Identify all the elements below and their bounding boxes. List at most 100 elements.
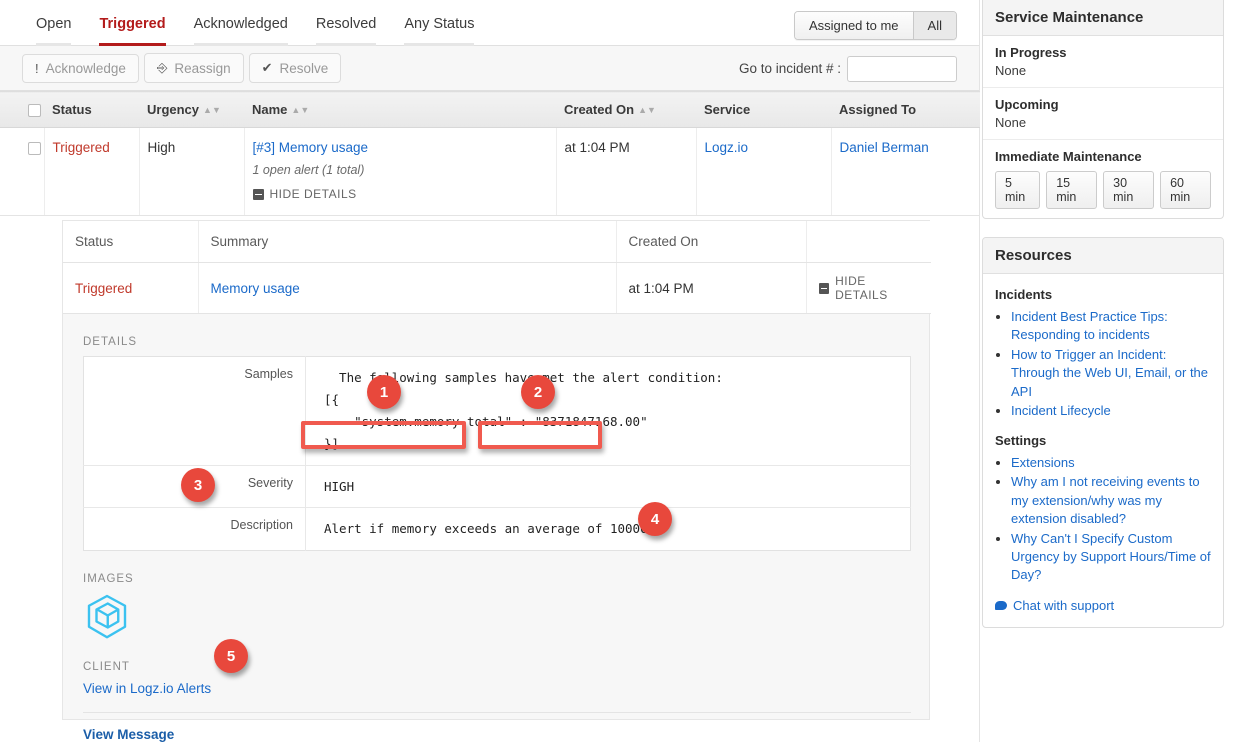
col-urgency[interactable]: Urgency ▲▼	[139, 90, 244, 129]
filter-all[interactable]: All	[912, 12, 956, 39]
col-created-on[interactable]: Created On ▲▼	[556, 90, 696, 129]
incident-detail-panel: Status Summary Created On Triggered Memo…	[62, 220, 931, 742]
sort-icon: ▲▼	[638, 105, 656, 116]
details-row-description: Description Alert if memory exceeds an a…	[83, 507, 911, 551]
service-link[interactable]: Logz.io	[705, 140, 749, 155]
alert-count: 1 open alert (1 total)	[252, 163, 365, 178]
acknowledge-label: Acknowledge	[45, 60, 126, 76]
alert-status: Triggered	[63, 262, 198, 314]
field-value-severity: HIGH	[305, 465, 911, 509]
resolve-label: Resolve	[279, 60, 329, 76]
goto-incident-label: Go to incident # :	[738, 61, 841, 76]
resource-link-custom-urgency[interactable]: Why Can't I Specify Custom Urgency by Su…	[1011, 531, 1211, 583]
alert-detail-head: Status Summary Created On	[63, 221, 931, 263]
goto-incident: Go to incident # :	[739, 46, 957, 91]
col-name-label: Name	[252, 102, 288, 118]
list-item: Extensions	[1011, 454, 1211, 472]
table-row[interactable]: Triggered High [#3] Memory usage 1 open …	[0, 127, 980, 217]
list-item: How to Trigger an Incident: Through the …	[1011, 346, 1211, 401]
row-created-on: at 1:04 PM	[556, 127, 697, 217]
tab-resolved-label: Resolved	[315, 16, 377, 32]
assignment-filter: Assigned to me All	[793, 11, 957, 40]
service-maintenance-card: Service Maintenance In Progress None Upc…	[982, 0, 1224, 219]
col-service[interactable]: Service	[696, 90, 831, 129]
col-created-on-label: Created On	[564, 102, 635, 118]
resource-link-how-to-trigger[interactable]: How to Trigger an Incident: Through the …	[1011, 347, 1208, 399]
alert-hide-details-toggle[interactable]: HIDE DETAILS	[818, 274, 920, 302]
detail-col-actions	[805, 221, 931, 263]
tab-resolved[interactable]: Resolved	[302, 0, 390, 46]
tab-open[interactable]: Open	[22, 0, 85, 46]
resource-link-extensions[interactable]: Extensions	[1011, 455, 1075, 470]
images-section: IMAGES	[83, 573, 909, 641]
incident-table-header-row: Status Urgency ▲▼ Name ▲▼ Created On ▲▼ Ser…	[0, 90, 980, 129]
assignee-link[interactable]: Daniel Berman	[840, 140, 929, 155]
maintenance-30min-button[interactable]: 30 min	[1103, 171, 1155, 209]
col-assigned-to[interactable]: Assigned To	[831, 90, 980, 129]
right-sidebar: Service Maintenance In Progress None Upc…	[982, 0, 1242, 742]
tab-triggered[interactable]: Triggered	[85, 0, 179, 46]
maintenance-60min-button[interactable]: 60 min	[1160, 171, 1212, 209]
incident-name-link[interactable]: [#3] Memory usage	[253, 140, 369, 155]
goto-incident-input[interactable]	[847, 55, 957, 82]
images-label: IMAGES	[83, 573, 134, 586]
hide-details-toggle[interactable]: HIDE DETAILS	[252, 187, 357, 201]
sort-icon: ▲▼	[291, 105, 310, 116]
upcoming-label: Upcoming	[995, 97, 1059, 112]
select-all-checkbox[interactable]	[28, 104, 41, 118]
minus-icon	[252, 188, 264, 200]
filter-assigned-to-me[interactable]: Assigned to me	[794, 12, 913, 39]
detail-divider	[83, 712, 911, 714]
incident-table: Status Urgency ▲▼ Name ▲▼ Created On ▲▼ Ser…	[0, 90, 980, 217]
in-progress-value: None	[995, 63, 1027, 78]
chat-with-support-link[interactable]: Chat with support	[995, 598, 1211, 613]
row-checkbox[interactable]	[28, 142, 41, 155]
details-key-value-table: Samples The following samples have met t…	[83, 356, 911, 552]
detail-col-status: Status	[63, 221, 198, 263]
tab-any-status[interactable]: Any Status	[390, 0, 488, 46]
details-label: DETAILS	[83, 336, 138, 348]
select-all-header	[0, 90, 44, 129]
exclamation-icon: !	[35, 60, 39, 76]
resource-link-lifecycle[interactable]: Incident Lifecycle	[1011, 403, 1111, 418]
view-in-logzio-alerts-link[interactable]: View in Logz.io Alerts	[83, 681, 211, 696]
immediate-maintenance-buttons: 5 min 15 min 30 min 60 min	[995, 171, 1212, 209]
alert-detail-table: Status Summary Created On Triggered Memo…	[63, 221, 931, 314]
minus-icon	[818, 282, 830, 294]
alert-summary-link[interactable]: Memory usage	[211, 281, 300, 296]
tab-acknowledged[interactable]: Acknowledged	[180, 0, 302, 46]
col-status[interactable]: Status	[44, 90, 139, 129]
incident-table-head: Status Urgency ▲▼ Name ▲▼ Created On ▲▼ Ser…	[0, 90, 980, 129]
resource-link-best-practice[interactable]: Incident Best Practice Tips: Responding …	[1011, 309, 1168, 342]
tab-acknowledged-label: Acknowledged	[193, 16, 288, 32]
row-name-cell: [#3] Memory usage 1 open alert (1 total)…	[244, 127, 557, 217]
resources-list-incidents: Incident Best Practice Tips: Responding …	[1011, 308, 1211, 421]
logzio-cube-logo	[87, 595, 127, 639]
resources-list-settings: Extensions Why am I not receiving events…	[1011, 454, 1211, 585]
alert-hide-details-cell: HIDE DETAILS	[805, 262, 931, 314]
client-label: CLIENT	[83, 661, 130, 674]
client-section: CLIENT View in Logz.io Alerts	[83, 661, 909, 696]
acknowledge-button[interactable]: ! Acknowledge	[22, 53, 139, 83]
upcoming-value: None	[995, 115, 1027, 130]
resource-link-not-receiving-events[interactable]: Why am I not receiving events to my exte…	[1011, 474, 1200, 526]
resources-heading-settings: Settings	[995, 432, 1047, 448]
row-select-cell	[0, 127, 45, 217]
resolve-button[interactable]: ✔ Resolve	[248, 53, 342, 83]
in-progress-label: In Progress	[995, 45, 1067, 60]
list-item: Incident Best Practice Tips: Responding …	[1011, 308, 1211, 345]
service-maintenance-title: Service Maintenance	[983, 0, 1223, 36]
alert-detail-body-section: DETAILS Samples The following samples ha…	[63, 314, 929, 742]
field-value-description: Alert if memory exceeds an average of 10…	[324, 521, 663, 537]
list-item: Why Can't I Specify Custom Urgency by Su…	[1011, 530, 1211, 585]
view-message-link[interactable]: View Message	[83, 727, 909, 742]
check-icon: ✔	[261, 60, 273, 75]
col-name[interactable]: Name ▲▼	[244, 90, 556, 129]
row-status: Triggered	[44, 127, 140, 217]
immediate-maintenance: Immediate Maintenance 5 min 15 min 30 mi…	[983, 140, 1223, 218]
maintenance-5min-button[interactable]: 5 min	[995, 171, 1041, 209]
resources-title: Resources	[983, 238, 1223, 274]
maintenance-15min-button[interactable]: 15 min	[1046, 171, 1098, 209]
details-row-samples: Samples The following samples have met t…	[83, 356, 911, 466]
reassign-button[interactable]: ⎆ Reassign	[143, 53, 244, 83]
